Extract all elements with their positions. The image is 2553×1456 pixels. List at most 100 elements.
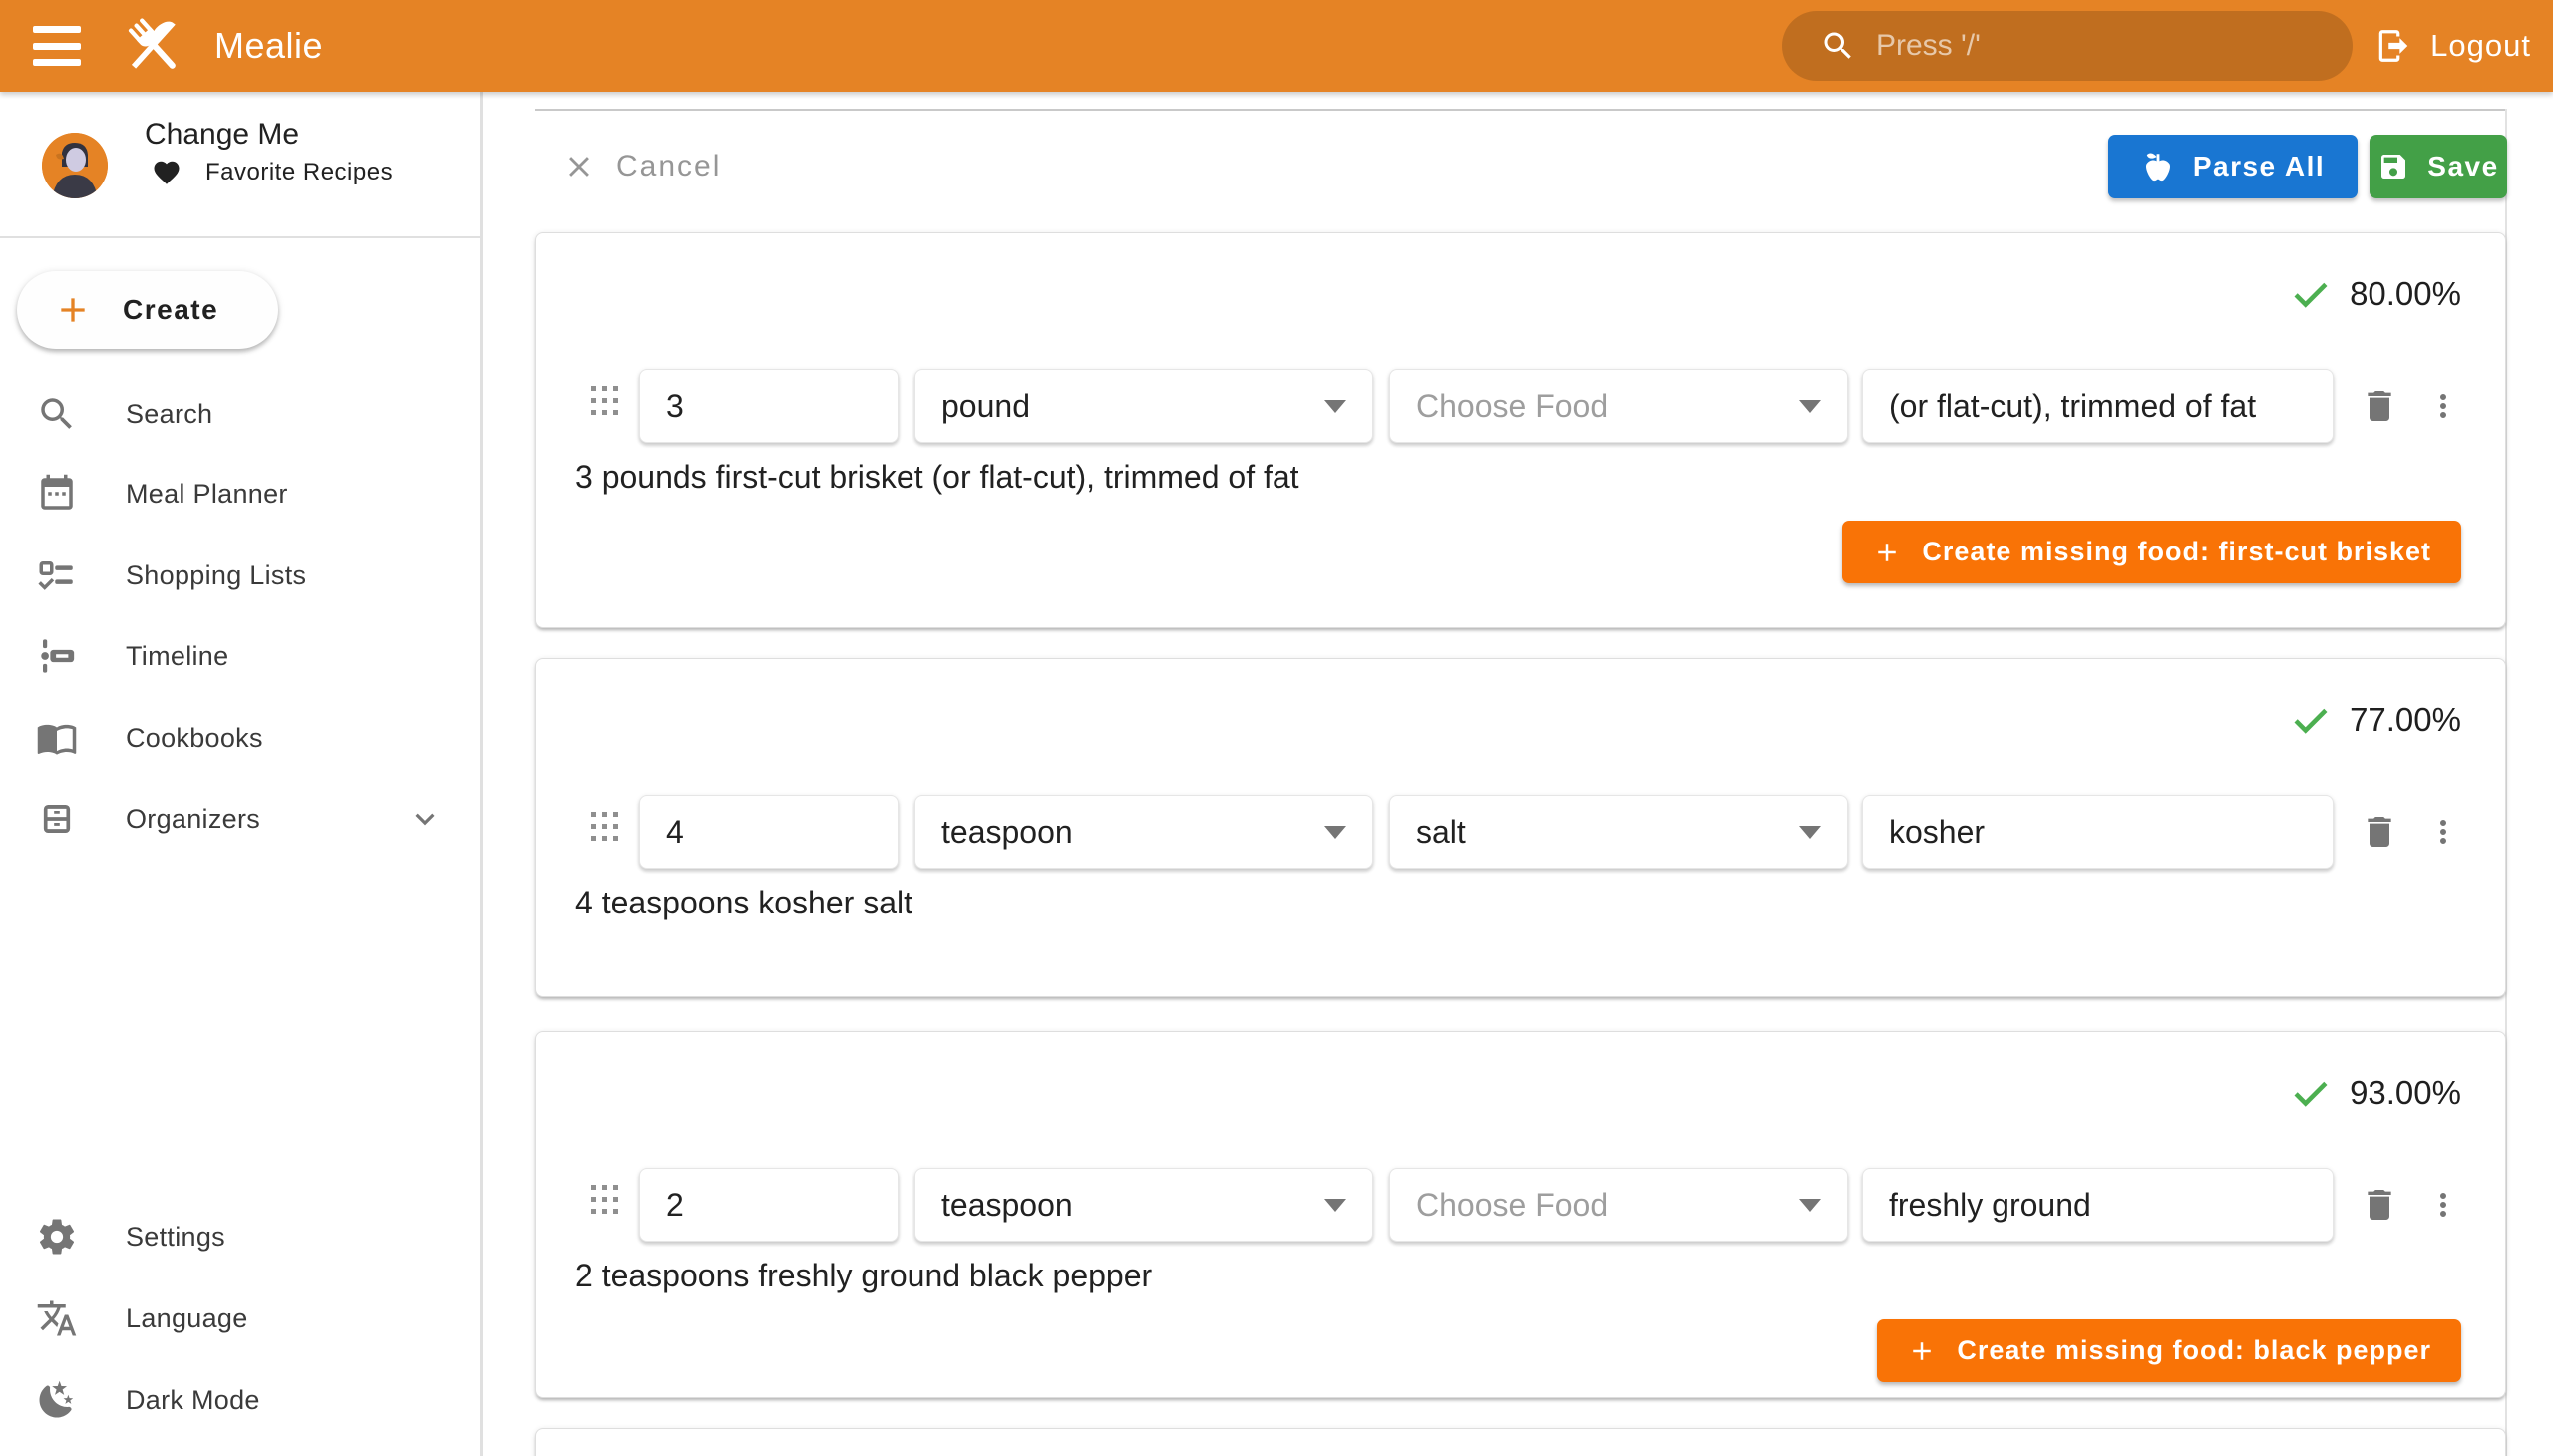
note-input[interactable]	[1863, 1187, 2333, 1224]
menu-icon[interactable]	[33, 26, 81, 66]
unit-select[interactable]: teaspoon	[914, 1168, 1373, 1242]
delete-icon[interactable]	[2360, 386, 2399, 426]
heart-icon	[152, 158, 182, 187]
parser-toolbar: Cancel Parse All Save	[535, 135, 2506, 198]
quantity-field[interactable]	[639, 795, 899, 869]
note-input[interactable]	[1863, 388, 2333, 425]
sidebar-item-language[interactable]: Language	[0, 1278, 480, 1358]
create-label: Create	[123, 294, 218, 326]
kebab-menu-icon[interactable]	[2425, 814, 2461, 850]
note-field[interactable]	[1862, 795, 2334, 869]
save-label: Save	[2427, 151, 2498, 182]
create-missing-food-label: Create missing food: first-cut brisket	[1922, 537, 2431, 567]
confidence-indicator: 93.00%	[2290, 1072, 2461, 1114]
sidebar-item-settings[interactable]: Settings	[0, 1197, 480, 1276]
save-button[interactable]: Save	[2370, 135, 2507, 198]
unit-value: pound	[915, 388, 1030, 425]
logout-label: Logout	[2430, 28, 2531, 64]
timeline-icon	[36, 635, 78, 677]
global-search[interactable]	[1782, 11, 2353, 81]
profile-section: Change Me Favorite Recipes	[0, 92, 480, 238]
sidebar-item-label: Meal Planner	[126, 479, 288, 510]
quantity-field[interactable]	[639, 369, 899, 443]
note-field[interactable]	[1862, 369, 2334, 443]
note-field[interactable]	[1862, 1168, 2334, 1242]
dropdown-caret-icon	[1799, 1199, 1821, 1212]
quantity-input[interactable]	[640, 1187, 898, 1224]
food-value: salt	[1390, 814, 1466, 851]
apple-icon	[2141, 150, 2175, 183]
create-missing-food-button[interactable]: Create missing food: first-cut brisket	[1842, 521, 2461, 583]
save-icon	[2377, 151, 2409, 182]
quantity-input[interactable]	[640, 388, 898, 425]
cancel-button[interactable]: Cancel	[562, 135, 721, 198]
logout-button[interactable]: Logout	[2374, 0, 2531, 92]
avatar[interactable]	[42, 133, 108, 198]
plus-icon	[1872, 538, 1902, 567]
ingredient-card: 80.00% pound Choose	[535, 232, 2506, 628]
check-icon	[2290, 273, 2332, 315]
favorite-recipes-label: Favorite Recipes	[205, 159, 393, 186]
food-select[interactable]: salt	[1389, 795, 1848, 869]
unit-select[interactable]: teaspoon	[914, 795, 1373, 869]
calendar-icon	[36, 473, 78, 515]
ingredient-input-row: pound Choose Food	[591, 369, 2461, 443]
app-title: Mealie	[214, 25, 323, 67]
unit-select[interactable]: pound	[914, 369, 1373, 443]
favorite-recipes-link[interactable]: Favorite Recipes	[152, 158, 393, 187]
search-input[interactable]	[1876, 29, 2295, 63]
dropdown-caret-icon	[1324, 1199, 1346, 1212]
confidence-value: 77.00%	[2350, 701, 2461, 739]
kebab-menu-icon[interactable]	[2425, 1187, 2461, 1223]
sidebar-item-search[interactable]: Search	[0, 374, 480, 454]
check-icon	[2290, 1072, 2332, 1114]
confidence-value: 93.00%	[2350, 1074, 2461, 1112]
food-select[interactable]: Choose Food	[1389, 369, 1848, 443]
app-header: Mealie Logout	[0, 0, 2553, 92]
kebab-menu-icon[interactable]	[2425, 388, 2461, 424]
sidebar-item-shopping-lists[interactable]: Shopping Lists	[0, 536, 480, 615]
ingredient-card-partial	[535, 1428, 2506, 1456]
food-select[interactable]: Choose Food	[1389, 1168, 1848, 1242]
food-placeholder: Choose Food	[1390, 1187, 1608, 1224]
mealie-app: Mealie Logout	[0, 0, 2553, 1456]
note-input[interactable]	[1863, 814, 2333, 851]
sidebar-item-label: Search	[126, 399, 212, 430]
delete-icon[interactable]	[2360, 812, 2399, 852]
confidence-value: 80.00%	[2350, 275, 2461, 313]
sidebar-item-cookbooks[interactable]: Cookbooks	[0, 698, 480, 778]
sidebar-item-label: Shopping Lists	[126, 560, 306, 591]
sidebar-item-dark-mode[interactable]: Dark Mode	[0, 1360, 480, 1440]
dropdown-caret-icon	[1324, 826, 1346, 839]
search-icon	[1820, 28, 1856, 64]
sidebar-item-organizers[interactable]: Organizers	[0, 779, 480, 859]
create-missing-food-label: Create missing food: black pepper	[1957, 1335, 2431, 1366]
sidebar: Change Me Favorite Recipes Create Search	[0, 92, 483, 1456]
drag-handle-icon[interactable]	[591, 812, 618, 852]
main-content: Cancel Parse All Save 80.00%	[483, 92, 2553, 1456]
translate-icon	[36, 1297, 78, 1339]
drag-handle-icon[interactable]	[591, 386, 618, 426]
create-button[interactable]: Create	[17, 271, 278, 349]
close-icon	[562, 150, 596, 183]
ingredient-card: 77.00% teaspoon salt	[535, 658, 2506, 997]
ingredient-input-row: teaspoon Choose Food	[591, 1168, 2461, 1242]
sidebar-item-label: Language	[126, 1303, 248, 1334]
dropdown-caret-icon	[1799, 400, 1821, 413]
sidebar-item-meal-planner[interactable]: Meal Planner	[0, 454, 480, 534]
quantity-field[interactable]	[639, 1168, 899, 1242]
food-placeholder: Choose Food	[1390, 388, 1608, 425]
moon-stars-icon	[36, 1379, 78, 1421]
delete-icon[interactable]	[2360, 1185, 2399, 1225]
drag-handle-icon[interactable]	[591, 1185, 618, 1225]
sidebar-item-timeline[interactable]: Timeline	[0, 616, 480, 696]
unit-value: teaspoon	[915, 814, 1073, 851]
parse-all-label: Parse All	[2193, 151, 2325, 182]
cancel-label: Cancel	[616, 150, 721, 183]
parse-all-button[interactable]: Parse All	[2108, 135, 2358, 198]
create-missing-food-button[interactable]: Create missing food: black pepper	[1877, 1319, 2461, 1382]
quantity-input[interactable]	[640, 814, 898, 851]
ingredient-input-row: teaspoon salt	[591, 795, 2461, 869]
chevron-down-icon	[406, 800, 444, 838]
original-ingredient-text: 4 teaspoons kosher salt	[575, 885, 912, 921]
